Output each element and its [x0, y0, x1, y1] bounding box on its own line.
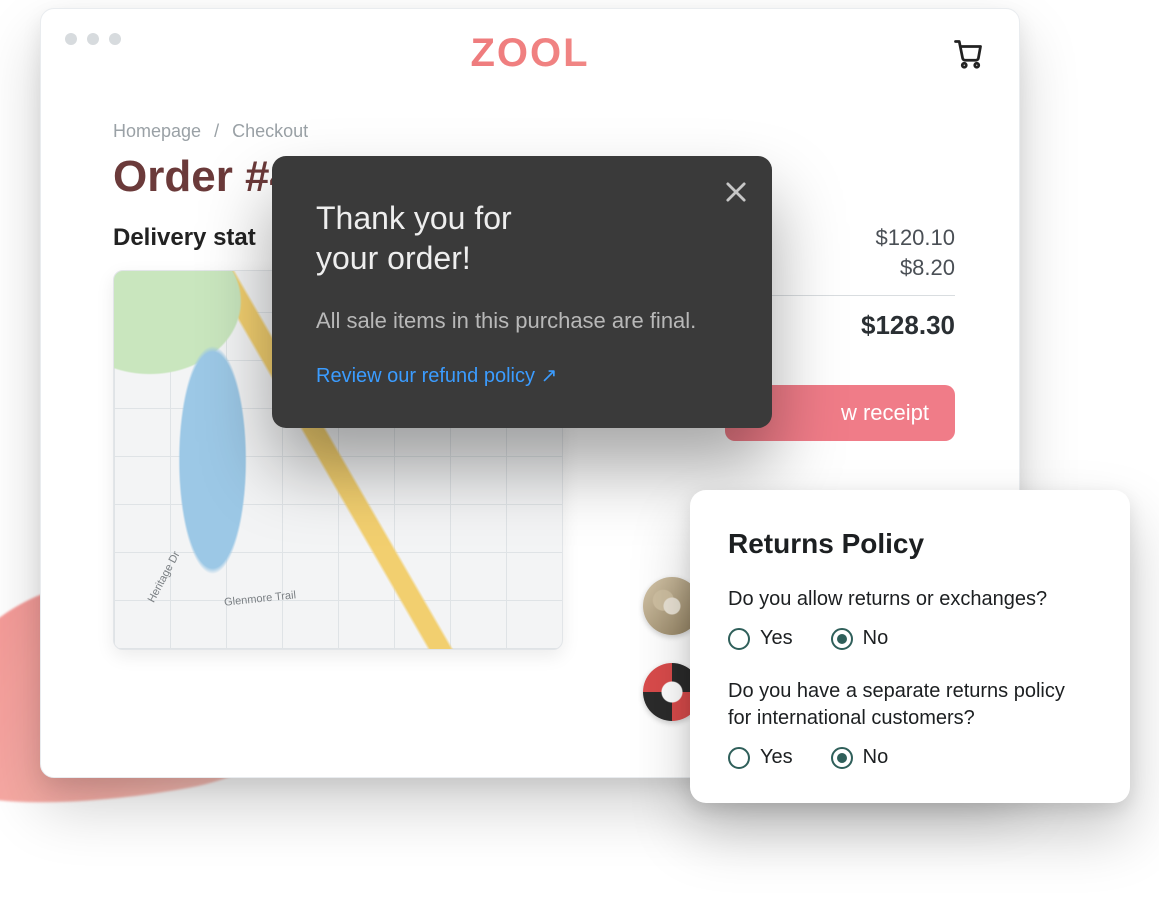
thank-you-modal: Thank you for your order! All sale items… [272, 156, 772, 428]
breadcrumb-current: Checkout [232, 121, 308, 141]
order-totals: $120.10 $8.20 $128.30 [755, 225, 955, 341]
breadcrumb-home[interactable]: Homepage [113, 121, 201, 141]
policy-q2-yes[interactable]: Yes [728, 746, 793, 769]
policy-question-2: Do you have a separate returns policy fo… [728, 678, 1092, 732]
totals-divider [755, 295, 955, 296]
policy-q1-yes[interactable]: Yes [728, 627, 793, 650]
policy-q1-no[interactable]: No [831, 627, 889, 650]
returns-policy-card: Returns Policy Do you allow returns or e… [690, 490, 1130, 803]
policy-q2-no[interactable]: No [831, 746, 889, 769]
radio-icon [831, 628, 853, 650]
radio-icon [728, 747, 750, 769]
map-label-glenmore: Glenmore Trail [224, 589, 297, 608]
close-icon[interactable] [722, 178, 750, 206]
breadcrumb: Homepage / Checkout [113, 121, 955, 142]
shipping-value: $8.20 [755, 255, 955, 281]
radio-icon [831, 747, 853, 769]
grand-total-value: $128.30 [755, 310, 955, 341]
policy-title: Returns Policy [728, 528, 1092, 560]
map-label-heritage: Heritage Dr [146, 549, 183, 604]
cart-icon[interactable] [953, 39, 983, 69]
policy-q1-options: Yes No [728, 627, 1092, 650]
breadcrumb-separator: / [214, 121, 219, 141]
policy-q2-options: Yes No [728, 746, 1092, 769]
refund-policy-link[interactable]: Review our refund policy ↗ [316, 365, 557, 387]
subtotal-value: $120.10 [755, 225, 955, 251]
external-link-icon: ↗ [541, 365, 558, 387]
modal-body: All sale items in this purchase are fina… [316, 306, 728, 337]
radio-icon [728, 628, 750, 650]
modal-title: Thank you for your order! [316, 198, 728, 278]
brand-logo: ZOOL [41, 31, 1019, 76]
policy-question-1: Do you allow returns or exchanges? [728, 586, 1092, 613]
